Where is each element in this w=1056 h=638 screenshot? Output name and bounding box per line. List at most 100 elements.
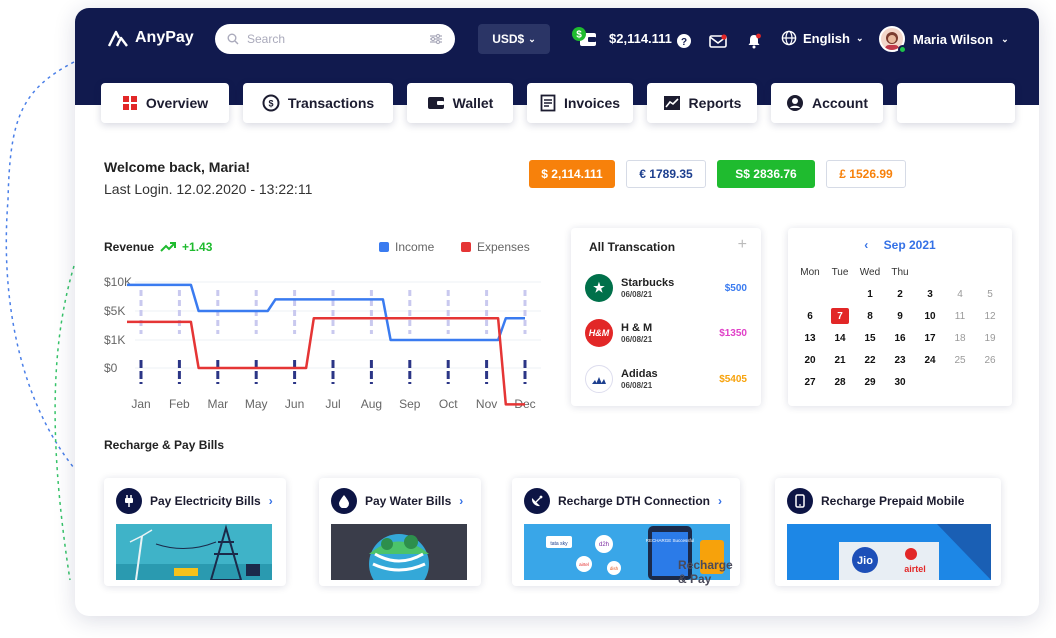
bill-card-header: Pay Electricity Bills › xyxy=(116,488,273,514)
bill-card-mobile[interactable]: Recharge Prepaid Mobile Jio airtel xyxy=(775,478,1001,586)
calendar-empty-cell xyxy=(976,374,1004,390)
electricity-illustration xyxy=(116,524,272,580)
bill-card-water[interactable]: Pay Water Bills › xyxy=(319,478,481,586)
calendar-day[interactable]: 3 xyxy=(916,286,944,302)
balance-sgd[interactable]: S$ 2836.76 xyxy=(717,160,815,188)
calendar-day[interactable]: 24 xyxy=(916,352,944,368)
help-icon[interactable]: ? xyxy=(675,32,693,50)
app-logo[interactable]: AnyPay xyxy=(107,28,194,48)
calendar-day[interactable]: 5 xyxy=(976,286,1004,302)
calendar-day[interactable]: 14 xyxy=(826,330,854,346)
tab-transactions[interactable]: $ Transactions xyxy=(243,83,393,123)
calendar-day[interactable]: 17 xyxy=(916,330,944,346)
user-menu[interactable]: Maria Wilson ⌄ xyxy=(879,26,1009,54)
calendar-day[interactable]: 19 xyxy=(976,330,1004,346)
chevron-right-icon: › xyxy=(268,494,273,508)
transaction-name: H & M xyxy=(621,322,653,334)
tab-label: Invoices xyxy=(563,95,621,111)
tab-empty[interactable] xyxy=(897,83,1015,123)
calendar-day[interactable]: 21 xyxy=(826,352,854,368)
calendar-day[interactable]: 30 xyxy=(886,374,914,390)
calendar-day[interactable]: 15 xyxy=(856,330,884,346)
filter-icon[interactable] xyxy=(429,33,443,45)
calendar-empty-cell xyxy=(826,286,854,302)
adidas-logo-icon xyxy=(585,365,613,393)
svg-text:$: $ xyxy=(268,99,273,109)
bill-card-label: Pay Water Bills xyxy=(365,494,452,508)
calendar-empty-cell xyxy=(916,374,944,390)
calendar-day[interactable]: 22 xyxy=(856,352,884,368)
balance-usd[interactable]: $ 2,114.111 xyxy=(529,160,615,188)
tab-account[interactable]: Account xyxy=(771,83,883,123)
tab-wallet[interactable]: Wallet xyxy=(407,83,513,123)
bill-card-electricity[interactable]: Pay Electricity Bills › xyxy=(104,478,286,586)
bill-card-dth[interactable]: Recharge DTH Connection › tata sky d2h a… xyxy=(512,478,740,586)
transaction-row[interactable]: Adidas 06/08/21 $5405 xyxy=(585,363,747,395)
transaction-date: 06/08/21 xyxy=(621,290,653,299)
calendar-day[interactable]: 4 xyxy=(946,286,974,302)
bill-card-label: Recharge DTH Connection xyxy=(558,494,711,508)
search-bar[interactable] xyxy=(215,24,455,54)
calendar-weekday xyxy=(916,264,944,280)
mobile-illustration: Jio airtel xyxy=(787,524,991,580)
balance-eur[interactable]: € 1789.35 xyxy=(626,160,706,188)
tab-label: Overview xyxy=(145,95,209,111)
calendar-day[interactable]: 16 xyxy=(886,330,914,346)
chevron-right-icon: › xyxy=(718,494,723,508)
calendar-day[interactable]: 27 xyxy=(796,374,824,390)
calendar-day[interactable]: 18 xyxy=(946,330,974,346)
tab-overview[interactable]: Overview xyxy=(101,83,229,123)
calendar-day[interactable]: 26 xyxy=(976,352,1004,368)
revenue-change: +1.43 xyxy=(182,240,213,254)
balance-gbp[interactable]: £ 1526.99 xyxy=(826,160,906,188)
wallet-balance[interactable]: $ $2,114.111 xyxy=(571,26,672,50)
trend-up-icon xyxy=(160,242,177,252)
calendar-day[interactable]: 12 xyxy=(976,308,1004,324)
starbucks-logo-icon: ★ xyxy=(585,274,613,302)
transaction-row[interactable]: ★ Starbucks 06/08/21 $500 xyxy=(585,272,747,304)
search-input[interactable] xyxy=(247,32,421,46)
add-icon[interactable]: + xyxy=(738,236,747,254)
calendar-day[interactable]: 25 xyxy=(946,352,974,368)
tab-reports[interactable]: Reports xyxy=(647,83,757,123)
currency-select[interactable]: USD$ ⌄ xyxy=(478,24,550,54)
calendar-weekday: Thu xyxy=(891,266,909,278)
dth-banner-text: RECHARGE Successful xyxy=(646,538,695,543)
svg-text:?: ? xyxy=(681,37,687,48)
chevron-left-icon[interactable]: ‹ xyxy=(864,238,868,252)
calendar-day[interactable]: 6 xyxy=(796,308,824,324)
language-select[interactable]: English ⌄ xyxy=(781,30,864,46)
logo-glyph: H&M xyxy=(588,328,610,338)
notification-bell-icon[interactable] xyxy=(745,32,763,50)
calendar-day[interactable]: 28 xyxy=(826,374,854,390)
calendar-day[interactable]: 29 xyxy=(856,374,884,390)
bill-card-label: Recharge Prepaid Mobile xyxy=(821,494,965,508)
calendar-day[interactable]: 11 xyxy=(946,308,974,324)
tab-invoices[interactable]: Invoices xyxy=(527,83,633,123)
transaction-row[interactable]: H&M H & M 06/08/21 $1350 xyxy=(585,317,747,349)
transactions-title: All Transcation xyxy=(589,240,676,254)
mail-icon[interactable] xyxy=(709,32,727,50)
calendar-day[interactable]: 10 xyxy=(916,308,944,324)
calendar-day[interactable]: 9 xyxy=(886,308,914,324)
calendar-day[interactable]: 20 xyxy=(796,352,824,368)
transaction-date: 06/08/21 xyxy=(621,381,653,390)
calendar-day[interactable]: 7 xyxy=(831,308,849,324)
calendar-day[interactable]: 23 xyxy=(886,352,914,368)
calendar-day[interactable]: 13 xyxy=(796,330,824,346)
calendar-day[interactable]: 8 xyxy=(856,308,884,324)
transaction-date: 06/08/21 xyxy=(621,335,653,344)
x-tick-label: Jul xyxy=(325,397,340,411)
hm-logo-icon: H&M xyxy=(585,319,613,347)
svg-text:$: $ xyxy=(576,30,582,41)
wallet-money-icon: $ xyxy=(572,27,596,46)
balance-sgd-value: S$ 2836.76 xyxy=(735,167,797,181)
online-status-dot xyxy=(898,45,907,54)
tab-label: Account xyxy=(812,95,868,111)
transaction-amount: $1350 xyxy=(719,327,747,339)
calendar-day[interactable]: 1 xyxy=(856,286,884,302)
calendar-day[interactable]: 2 xyxy=(886,286,914,302)
dth-brand-dish: dish xyxy=(610,566,619,571)
main-tabs: Overview $ Transactions Wallet Invoices … xyxy=(101,83,1015,123)
welcome-block: Welcome back, Maria! Last Login. 12.02.2… xyxy=(104,156,312,200)
